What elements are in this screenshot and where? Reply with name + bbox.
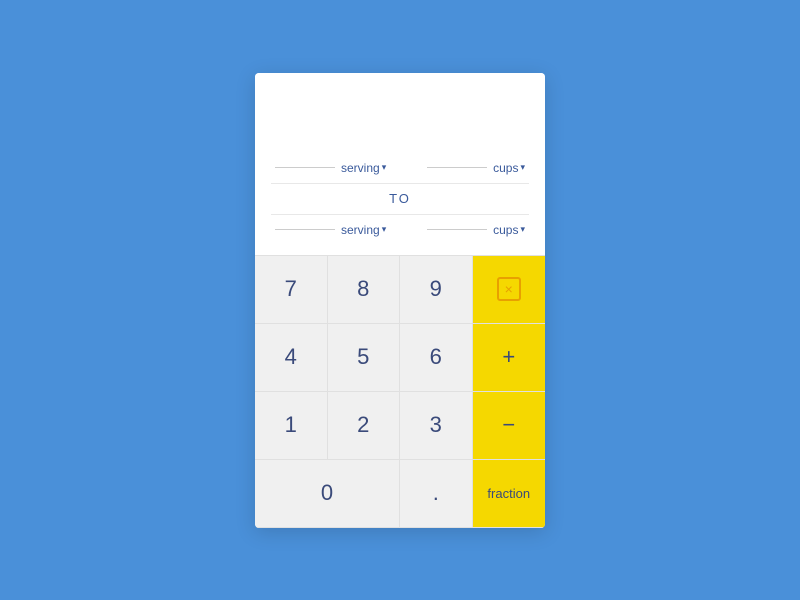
calculator: serving cups TO serving cups 7 8 <box>255 73 545 528</box>
from-cups-selector[interactable]: cups <box>493 161 525 175</box>
from-row: serving cups <box>271 153 529 183</box>
to-cups-line <box>427 229 487 230</box>
to-unit-selector[interactable]: serving <box>341 223 386 237</box>
from-value-group: serving <box>275 161 386 175</box>
from-unit-group: cups <box>427 161 525 175</box>
key-1[interactable]: 1 <box>255 392 328 460</box>
from-cups-line <box>427 167 487 168</box>
to-value-group: serving <box>275 223 386 237</box>
key-9[interactable]: 9 <box>400 256 473 324</box>
key-minus[interactable]: − <box>473 392 546 460</box>
keypad: 7 8 9 × 4 5 6 + 1 2 3 − 0 . fraction <box>255 255 545 528</box>
from-input-line <box>275 167 335 168</box>
key-6[interactable]: 6 <box>400 324 473 392</box>
key-4[interactable]: 4 <box>255 324 328 392</box>
key-2[interactable]: 2 <box>328 392 401 460</box>
key-8[interactable]: 8 <box>328 256 401 324</box>
to-cups-selector[interactable]: cups <box>493 223 525 237</box>
key-5[interactable]: 5 <box>328 324 401 392</box>
key-0[interactable]: 0 <box>255 460 400 528</box>
key-3[interactable]: 3 <box>400 392 473 460</box>
to-row: serving cups <box>271 215 529 245</box>
key-backspace[interactable]: × <box>473 256 546 324</box>
key-7[interactable]: 7 <box>255 256 328 324</box>
display-section: serving cups TO serving cups <box>255 73 545 255</box>
key-plus[interactable]: + <box>473 324 546 392</box>
to-input-line <box>275 229 335 230</box>
top-display <box>271 93 529 153</box>
to-label: TO <box>389 191 411 206</box>
from-unit-selector[interactable]: serving <box>341 161 386 175</box>
key-dot[interactable]: . <box>400 460 473 528</box>
to-unit-group: cups <box>427 223 525 237</box>
backspace-icon: × <box>497 277 521 301</box>
key-fraction[interactable]: fraction <box>473 460 546 528</box>
to-divider: TO <box>271 183 529 215</box>
